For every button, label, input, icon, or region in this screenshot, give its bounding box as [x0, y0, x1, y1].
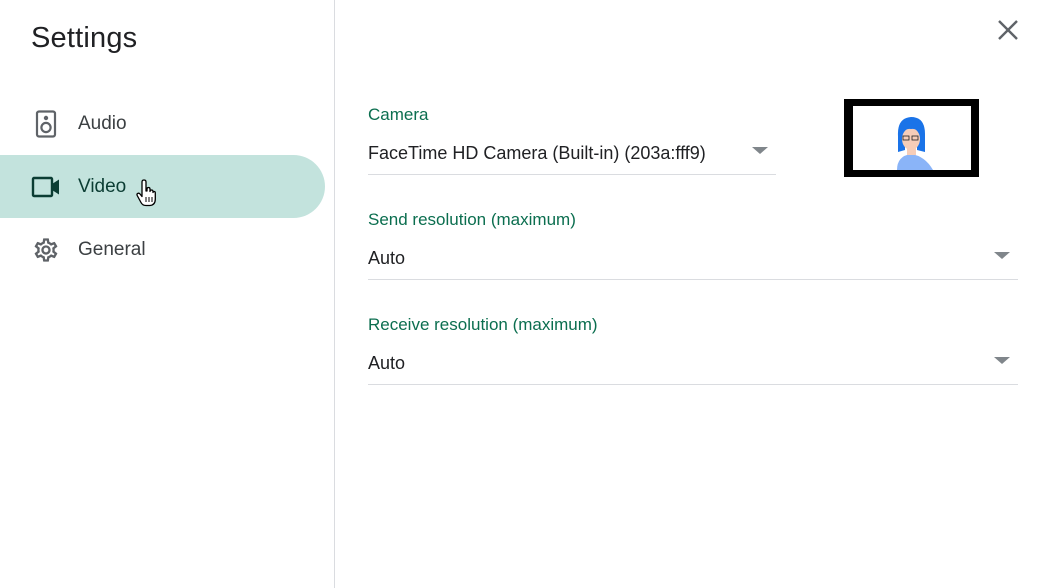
settings-sidebar: Settings Audio Video General [0, 0, 335, 588]
receive-resolution-label: Receive resolution (maximum) [368, 315, 598, 334]
close-icon [997, 19, 1019, 46]
sidebar-item-general[interactable]: General [0, 218, 325, 281]
gear-icon [31, 235, 61, 265]
avatar [853, 106, 971, 170]
send-resolution-value: Auto [368, 248, 406, 268]
camera-preview [844, 99, 979, 177]
camera-select-value: FaceTime HD Camera (Built-in) (203a:fff9… [368, 143, 706, 163]
sidebar-item-label: General [78, 238, 146, 260]
send-resolution-select[interactable]: Auto [368, 245, 1018, 280]
sidebar-item-audio[interactable]: Audio [0, 92, 325, 155]
close-button[interactable] [992, 16, 1024, 48]
camera-setting: Camera FaceTime HD Camera (Built-in) (20… [368, 104, 776, 175]
sidebar-item-label: Audio [78, 112, 127, 134]
settings-title: Settings [31, 22, 138, 54]
chevron-down-icon [752, 147, 768, 154]
receive-resolution-select[interactable]: Auto [368, 350, 1018, 385]
speaker-icon [31, 109, 61, 139]
video-camera-icon [31, 172, 61, 202]
settings-dialog: Settings Audio Video General Camera Face… [0, 0, 1049, 588]
camera-label: Camera [368, 105, 429, 124]
chevron-down-icon [994, 252, 1010, 259]
hand-pointer-icon [136, 179, 156, 207]
chevron-down-icon [994, 357, 1010, 364]
sidebar-item-label: Video [78, 175, 127, 197]
send-resolution-setting: Send resolution (maximum) Auto [368, 209, 1018, 280]
send-resolution-label: Send resolution (maximum) [368, 210, 576, 229]
camera-select[interactable]: FaceTime HD Camera (Built-in) (203a:fff9… [368, 140, 776, 175]
receive-resolution-setting: Receive resolution (maximum) Auto [368, 314, 1018, 385]
settings-nav: Audio Video General [0, 92, 325, 281]
receive-resolution-value: Auto [368, 353, 406, 373]
sidebar-item-video[interactable]: Video [0, 155, 325, 218]
